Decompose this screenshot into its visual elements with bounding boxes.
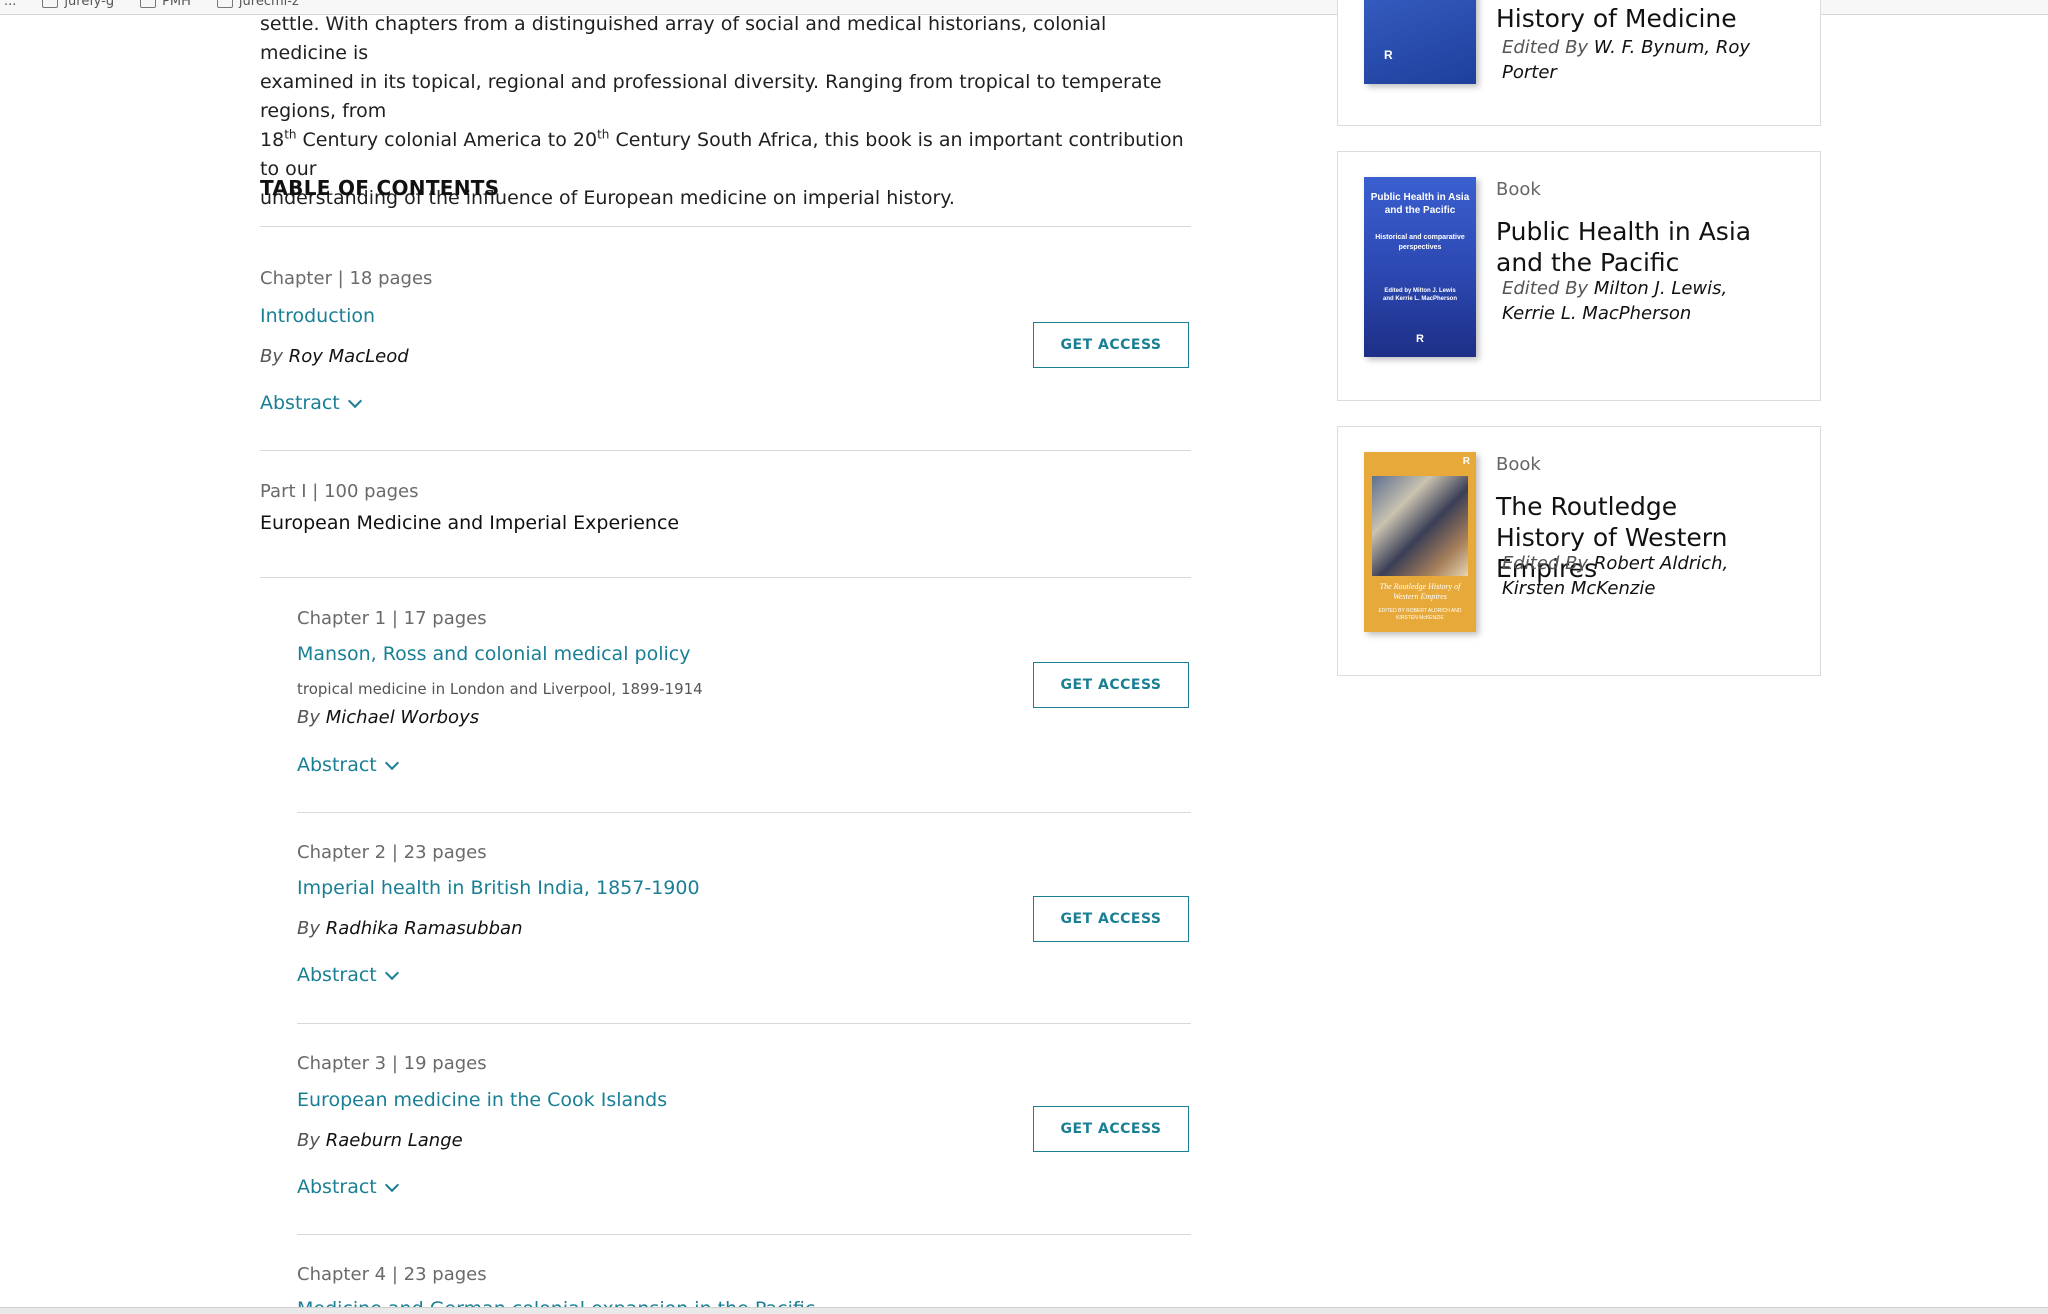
chapter-author: By Michael Worboys xyxy=(297,707,480,728)
book-type-label: Book xyxy=(1496,454,1541,475)
book-type-label: Book xyxy=(1496,179,1541,200)
chevron-down-icon xyxy=(384,1177,399,1192)
book-title-link[interactable]: Public Health in Asia and the Pacific xyxy=(1496,216,1766,278)
get-access-button[interactable]: GET ACCESS xyxy=(1033,322,1189,368)
book-editors: Edited By Milton J. Lewis, Kerrie L. Mac… xyxy=(1502,278,1728,324)
cover-illustration xyxy=(1372,476,1468,576)
abstract-toggle[interactable]: Abstract xyxy=(297,964,399,986)
bookmark-item[interactable]: jurefy-g xyxy=(42,0,114,9)
chevron-down-icon xyxy=(384,965,399,980)
book-editors: Edited By Robert Aldrich, Kirsten McKenz… xyxy=(1502,553,1729,599)
abstract-toggle[interactable]: Abstract xyxy=(297,754,399,776)
chapter-title-link[interactable]: Imperial health in British India, 1857-1… xyxy=(297,877,700,899)
get-access-button[interactable]: GET ACCESS xyxy=(1033,896,1189,942)
chapter-meta: Chapter | 18 pages xyxy=(260,268,433,289)
book-cover[interactable]: R The Routledge History of Western Empir… xyxy=(1364,452,1476,632)
get-access-button[interactable]: GET ACCESS xyxy=(1033,1106,1189,1152)
bookmark-item[interactable]: PMH xyxy=(140,0,191,9)
divider xyxy=(260,226,1191,227)
bookmark-item[interactable]: jurecmi-z xyxy=(216,0,299,9)
chevron-down-icon xyxy=(384,755,399,770)
folder-icon xyxy=(216,0,233,8)
part-title: European Medicine and Imperial Experienc… xyxy=(260,512,680,534)
chapter-meta: Chapter 2 | 23 pages xyxy=(297,842,487,863)
chapter-title-link[interactable]: European medicine in the Cook Islands xyxy=(297,1089,667,1111)
divider xyxy=(260,450,1191,451)
toc-entry: Chapter 4 | 23 pages Medicine and German… xyxy=(297,1264,1192,1307)
divider xyxy=(297,1023,1191,1024)
chapter-author: By Raeburn Lange xyxy=(297,1130,463,1151)
folder-icon xyxy=(42,0,59,8)
chapter-author: By Radhika Ramasubban xyxy=(297,918,523,939)
book-cover[interactable]: R xyxy=(1364,0,1476,84)
chevron-down-icon xyxy=(347,393,362,408)
toc-heading: TABLE OF CONTENTS xyxy=(260,176,500,200)
get-access-button[interactable]: GET ACCESS xyxy=(1033,662,1189,708)
chapter-title-link[interactable]: Introduction xyxy=(260,305,375,327)
chapter-author: By Roy MacLeod xyxy=(260,346,409,367)
divider xyxy=(260,577,1191,578)
routledge-logo-icon: R xyxy=(1384,48,1393,62)
routledge-logo-icon: R xyxy=(1416,333,1424,345)
part-meta: Part I | 100 pages xyxy=(260,481,419,502)
chapter-meta: Chapter 3 | 19 pages xyxy=(297,1053,487,1074)
routledge-logo-icon: R xyxy=(1462,456,1470,467)
book-cover[interactable]: Public Health in Asia and the Pacific Hi… xyxy=(1364,177,1476,357)
chapter-title-link[interactable]: Medicine and German colonial expansion i… xyxy=(297,1298,815,1307)
folder-icon xyxy=(140,0,157,8)
chapter-meta: Chapter 4 | 23 pages xyxy=(297,1264,487,1285)
book-title-link[interactable]: History of Medicine xyxy=(1496,3,1766,34)
chapter-meta: Chapter 1 | 17 pages xyxy=(297,608,487,629)
related-book-card[interactable]: R The Routledge History of Western Empir… xyxy=(1337,426,1821,676)
abstract-toggle[interactable]: Abstract xyxy=(260,392,362,414)
chapter-title-link[interactable]: Manson, Ross and colonial medical policy xyxy=(297,643,690,665)
related-book-card[interactable]: Public Health in Asia and the Pacific Hi… xyxy=(1337,151,1821,401)
abstract-toggle[interactable]: Abstract xyxy=(297,1176,399,1198)
divider xyxy=(297,1234,1191,1235)
book-editors: Edited By W. F. Bynum, Roy Porter xyxy=(1502,37,1751,83)
bookmark-item[interactable]: ... xyxy=(4,0,16,9)
divider xyxy=(297,812,1191,813)
chapter-subtitle: tropical medicine in London and Liverpoo… xyxy=(297,680,703,698)
related-book-card[interactable]: R History of Medicine Edited By W. F. By… xyxy=(1337,0,1821,126)
